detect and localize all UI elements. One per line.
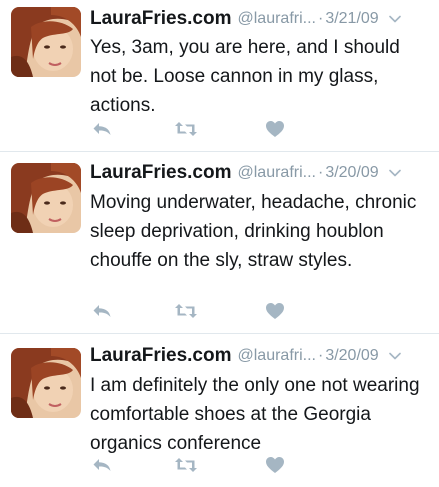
tweet-text: Yes, 3am, you are here, and I should not… [90, 37, 400, 116]
tweet-text: I am definitely the only one not wearing… [90, 375, 420, 454]
like-icon[interactable] [263, 454, 287, 476]
avatar[interactable] [11, 7, 81, 77]
display-name[interactable]: LauraFries.com [90, 162, 232, 184]
avatar[interactable] [11, 163, 81, 233]
separator: · [317, 347, 324, 364]
tweet[interactable]: LauraFries.com @laurafri... · 3/20/09 Mo… [0, 152, 439, 334]
retweet-icon[interactable] [174, 454, 198, 476]
user-handle[interactable]: @laurafri... [238, 164, 316, 182]
display-name[interactable]: LauraFries.com [90, 8, 232, 30]
like-icon[interactable] [263, 118, 287, 140]
timestamp[interactable]: 3/20/09 [325, 164, 378, 182]
timestamp[interactable]: 3/20/09 [325, 347, 378, 365]
retweet-icon[interactable] [174, 300, 198, 322]
tweet[interactable]: LauraFries.com @laurafri... · 3/21/09 Ye… [0, 0, 439, 152]
separator: · [317, 10, 324, 27]
separator: · [317, 164, 324, 181]
tweet-text: Moving underwater, headache, chronic sle… [90, 192, 417, 271]
retweet-icon[interactable] [174, 118, 198, 140]
reply-icon[interactable] [90, 454, 114, 476]
tweet-actions [90, 454, 290, 476]
tweet-header: LauraFries.com @laurafri... · 3/21/09 [90, 6, 431, 32]
chevron-down-icon[interactable] [388, 350, 401, 362]
avatar-photo [11, 7, 81, 77]
tweet[interactable]: LauraFries.com @laurafri... · 3/20/09 I … [0, 334, 439, 487]
like-icon[interactable] [263, 300, 287, 322]
tweet-actions [90, 300, 290, 322]
tweet-actions [90, 118, 290, 140]
reply-icon[interactable] [90, 118, 114, 140]
chevron-down-icon[interactable] [388, 13, 401, 25]
user-handle[interactable]: @laurafri... [238, 10, 316, 28]
chevron-down-icon[interactable] [388, 167, 401, 179]
tweet-timeline: LauraFries.com @laurafri... · 3/21/09 Ye… [0, 0, 439, 487]
avatar-photo [11, 348, 81, 418]
tweet-header: LauraFries.com @laurafri... · 3/20/09 [90, 343, 431, 369]
avatar-photo [11, 163, 81, 233]
tweet-header: LauraFries.com @laurafri... · 3/20/09 [90, 160, 431, 186]
reply-icon[interactable] [90, 300, 114, 322]
timestamp[interactable]: 3/21/09 [325, 10, 378, 28]
display-name[interactable]: LauraFries.com [90, 345, 232, 367]
user-handle[interactable]: @laurafri... [238, 347, 316, 365]
avatar[interactable] [11, 348, 81, 418]
